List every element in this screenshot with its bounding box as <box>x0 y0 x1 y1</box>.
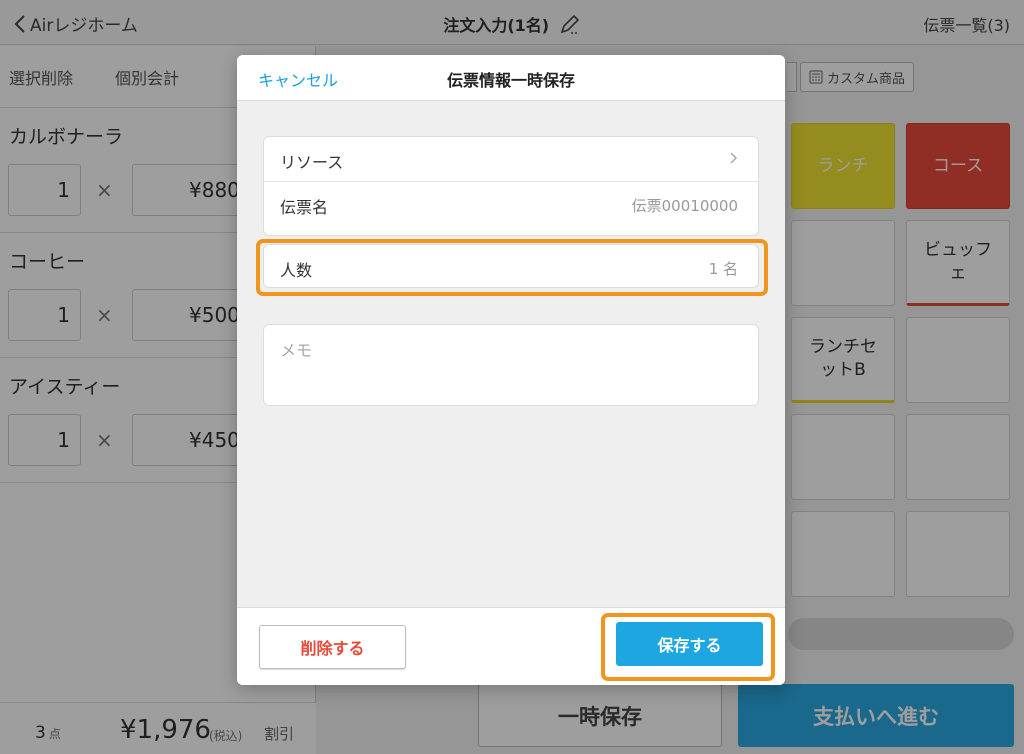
dialog-footer: 削除する 保存する <box>237 607 785 685</box>
slip-info-group: リソース 伝票名 伝票00010000 <box>263 136 759 236</box>
delete-button[interactable]: 削除する <box>259 625 406 669</box>
save-slip-dialog: キャンセル 伝票情報一時保存 リソース 伝票名 伝票00010000 人数 1 … <box>237 55 785 685</box>
guests-group: 人数 1 名 <box>263 244 759 288</box>
memo-placeholder: メモ <box>280 341 313 360</box>
resource-row[interactable]: リソース <box>264 137 758 181</box>
slip-name-value: 伝票00010000 <box>631 197 738 215</box>
slip-name-row[interactable]: 伝票名 伝票00010000 <box>264 181 758 235</box>
chevron-right-icon <box>730 152 738 164</box>
memo-field[interactable]: メモ <box>263 324 759 406</box>
guests-value: 1 名 <box>708 260 738 278</box>
slip-name-label: 伝票名 <box>280 198 329 217</box>
resource-label: リソース <box>280 153 344 172</box>
guests-row[interactable]: 人数 1 名 <box>264 245 758 289</box>
dialog-header: キャンセル 伝票情報一時保存 <box>237 55 785 101</box>
dialog-title: 伝票情報一時保存 <box>446 71 575 90</box>
guests-label: 人数 <box>280 261 313 280</box>
save-button[interactable]: 保存する <box>616 622 763 666</box>
